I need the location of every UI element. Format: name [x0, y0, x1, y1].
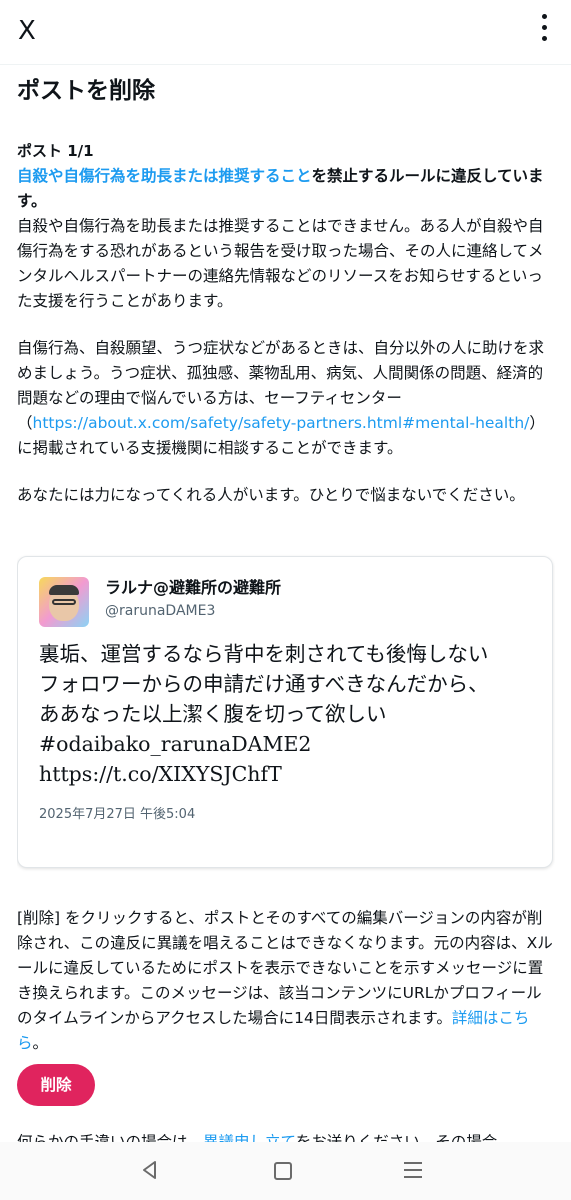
policy-paragraph-3: あなたには力になってくれる人がいます。ひとりで悩まないでください。	[17, 486, 525, 504]
delete-notice: [削除] をクリックすると、ポストとそのすべての編集バージョンの内容が削除され、…	[17, 906, 553, 1056]
post-author-name: ラルナ@避難所の避難所	[105, 578, 282, 597]
avatar	[39, 577, 89, 627]
post-timestamp: 2025年7月27日 午後5:04	[39, 807, 196, 822]
delete-button[interactable]: 削除	[17, 1064, 95, 1106]
top-bar: X	[0, 0, 571, 65]
notice-suffix: 。	[32, 1034, 49, 1052]
policy-paragraph-1: 自殺や自傷行為を助長または推奨することはできません。ある人が自殺や自傷行為をする…	[17, 217, 544, 310]
close-icon[interactable]: X	[18, 12, 36, 50]
page-title: ポストを削除	[17, 78, 155, 104]
android-nav-bar	[0, 1142, 571, 1200]
home-icon[interactable]	[274, 1162, 292, 1180]
appeal-text: 何らかの手違いの場合は、異議申し立てをお送りください。その場合	[17, 1130, 553, 1142]
rule-link[interactable]: 自殺や自傷行為を助長または推奨すること	[17, 167, 312, 185]
rule-violation-line: 自殺や自傷行為を助長または推奨することを禁止するルールに違反しています。	[17, 164, 555, 214]
appeal-before: 何らかの手違いの場合は、	[17, 1133, 204, 1142]
main-content: ポストを削除 ポスト 1/1 自殺や自傷行為を助長または推奨することを禁止するル…	[17, 64, 555, 1142]
safety-partners-link[interactable]: https://about.x.com/safety/safety-partne…	[33, 414, 530, 432]
appeal-after: をお送りください。その場合	[295, 1133, 498, 1142]
post-text-line: https://t.co/XIXYSJChfT	[39, 762, 282, 786]
appeal-link[interactable]: 異議申し立て	[203, 1133, 296, 1142]
delete-notice-text: [削除] をクリックすると、ポストとそのすべての編集バージョンの内容が削除され、…	[17, 906, 553, 1056]
post-text: 裏垢、運営するなら背中を刺されても後悔しない フォロワーからの申請だけ通すべきな…	[39, 639, 539, 789]
post-card: ラルナ@避難所の避難所 @rarunaDAME3 裏垢、運営するなら背中を刺され…	[17, 556, 553, 868]
post-counter: ポスト 1/1	[17, 142, 94, 160]
post-text-line: #odaibako_rarunaDAME2	[39, 732, 312, 756]
back-icon[interactable]	[139, 1159, 161, 1181]
post-author-handle: @rarunaDAME3	[105, 603, 216, 619]
post-text-line: 裏垢、運営するなら背中を刺されても後悔しない	[39, 642, 489, 666]
post-text-line: フォロワーからの申請だけ通すべきなんだから、	[39, 672, 489, 696]
policy-paragraph-2: 自傷行為、自殺願望、うつ症状などがあるときは、自分以外の人に助けを求めましょう。…	[17, 336, 555, 461]
recent-apps-icon[interactable]	[404, 1162, 422, 1178]
post-text-line: ああなった以上潔く腹を切って欲しい	[39, 702, 387, 726]
more-options-icon[interactable]	[539, 14, 549, 44]
